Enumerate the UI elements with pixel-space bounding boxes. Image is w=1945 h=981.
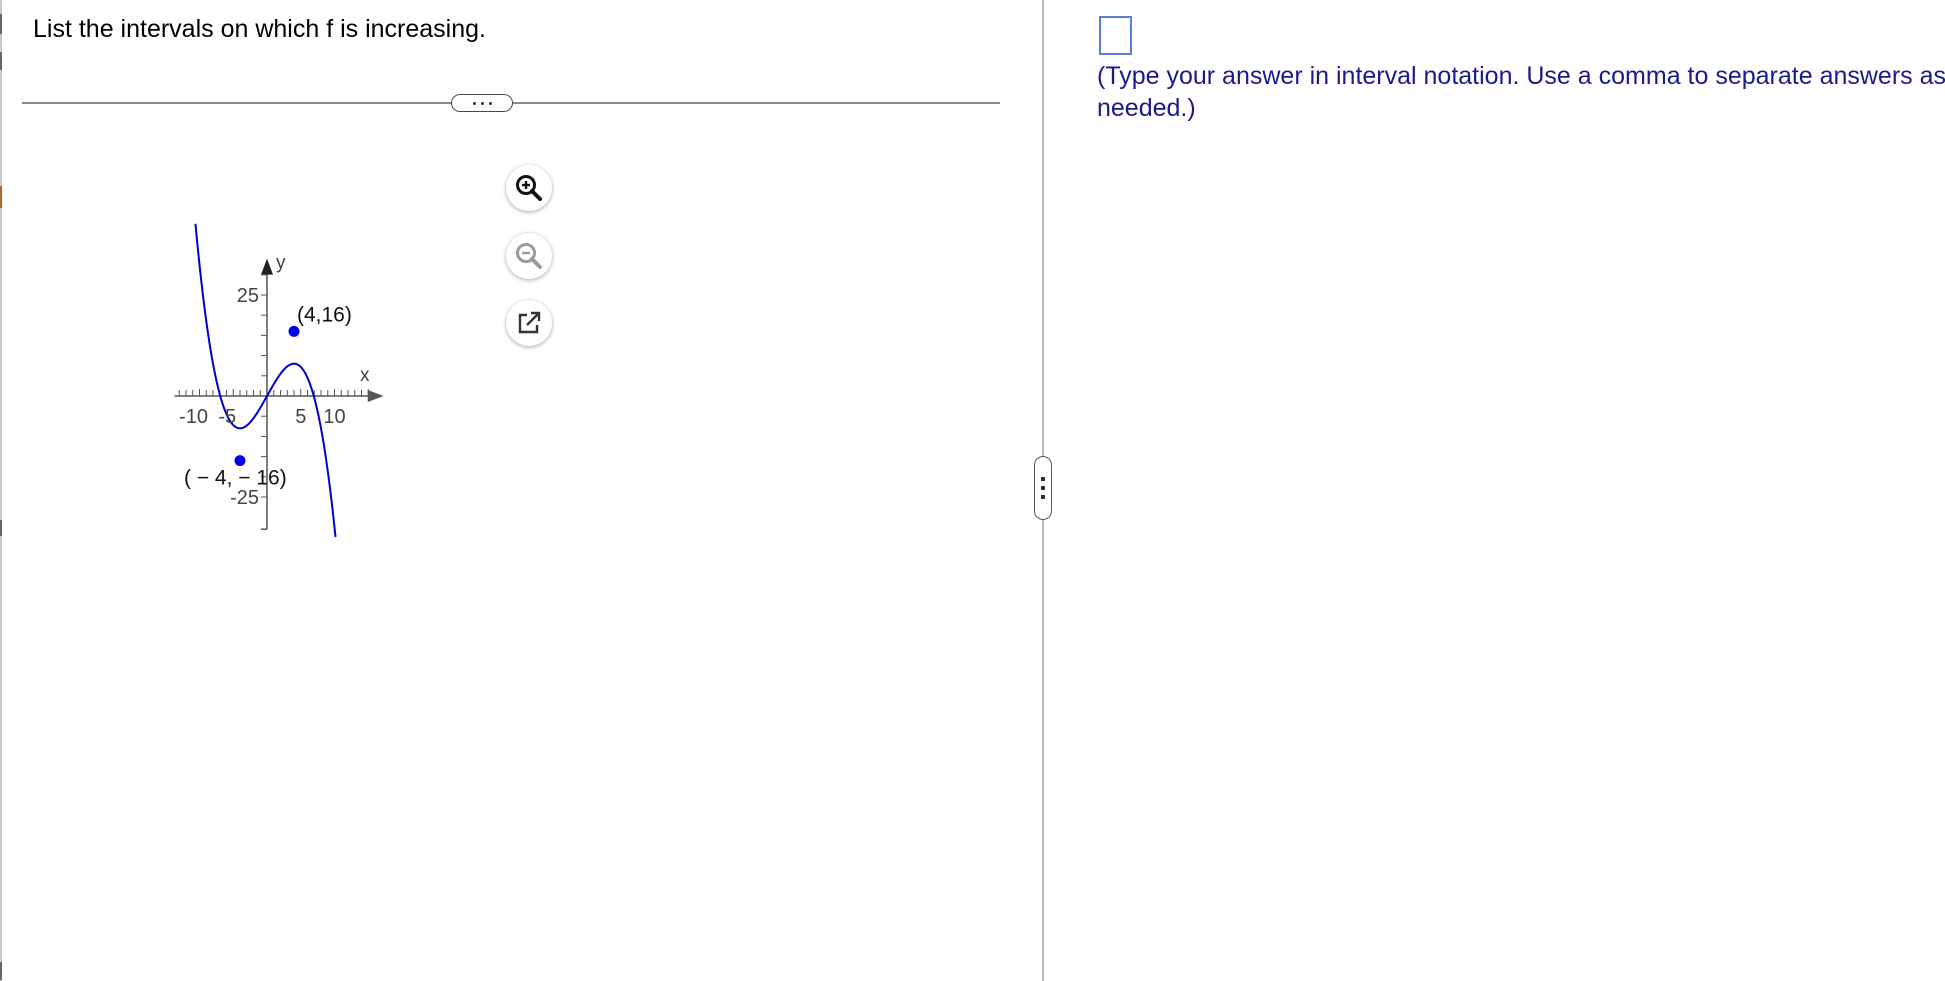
local-max-label: (4,16) [297,303,352,326]
split-handle-icon [1041,477,1045,481]
more-options-button[interactable] [451,94,513,112]
graph: -10 -5 5 10 25 -25 x y (4,16) ( − 4, − 16) [174,223,384,538]
popout-button[interactable] [506,300,552,346]
answer-input[interactable] [1099,16,1132,55]
zoom-in-button[interactable] [506,165,552,211]
graph-labels-layer: -10 -5 5 10 25 -25 x y (4,16) ( − 4, − 16) [179,253,370,509]
local-min-label: ( − 4, − 16) [184,467,287,490]
zoom-out-icon [516,243,542,269]
x-tick-label: 10 [323,406,345,428]
question-text: List the intervals on which f is increas… [33,15,486,43]
answer-instructions: (Type your answer in interval notation. … [1097,62,1945,122]
x-axis-arrow [367,390,384,402]
popout-icon [518,311,541,334]
zoom-in-icon [516,175,542,201]
y-axis-arrow [261,258,273,275]
zoom-out-button[interactable] [506,233,552,279]
more-options-icon [472,101,476,105]
y-tick-label: -25 [230,487,259,509]
x-tick-label: 5 [295,406,306,428]
y-tick-label: 25 [237,285,259,307]
local-min-point [234,455,246,467]
x-axis-label: x [360,365,370,386]
local-max-point [288,325,300,337]
y-axis-label: y [276,253,286,274]
x-tick-label: -10 [179,406,208,428]
x-tick-label: -5 [218,406,236,428]
split-handle[interactable] [1034,456,1052,520]
